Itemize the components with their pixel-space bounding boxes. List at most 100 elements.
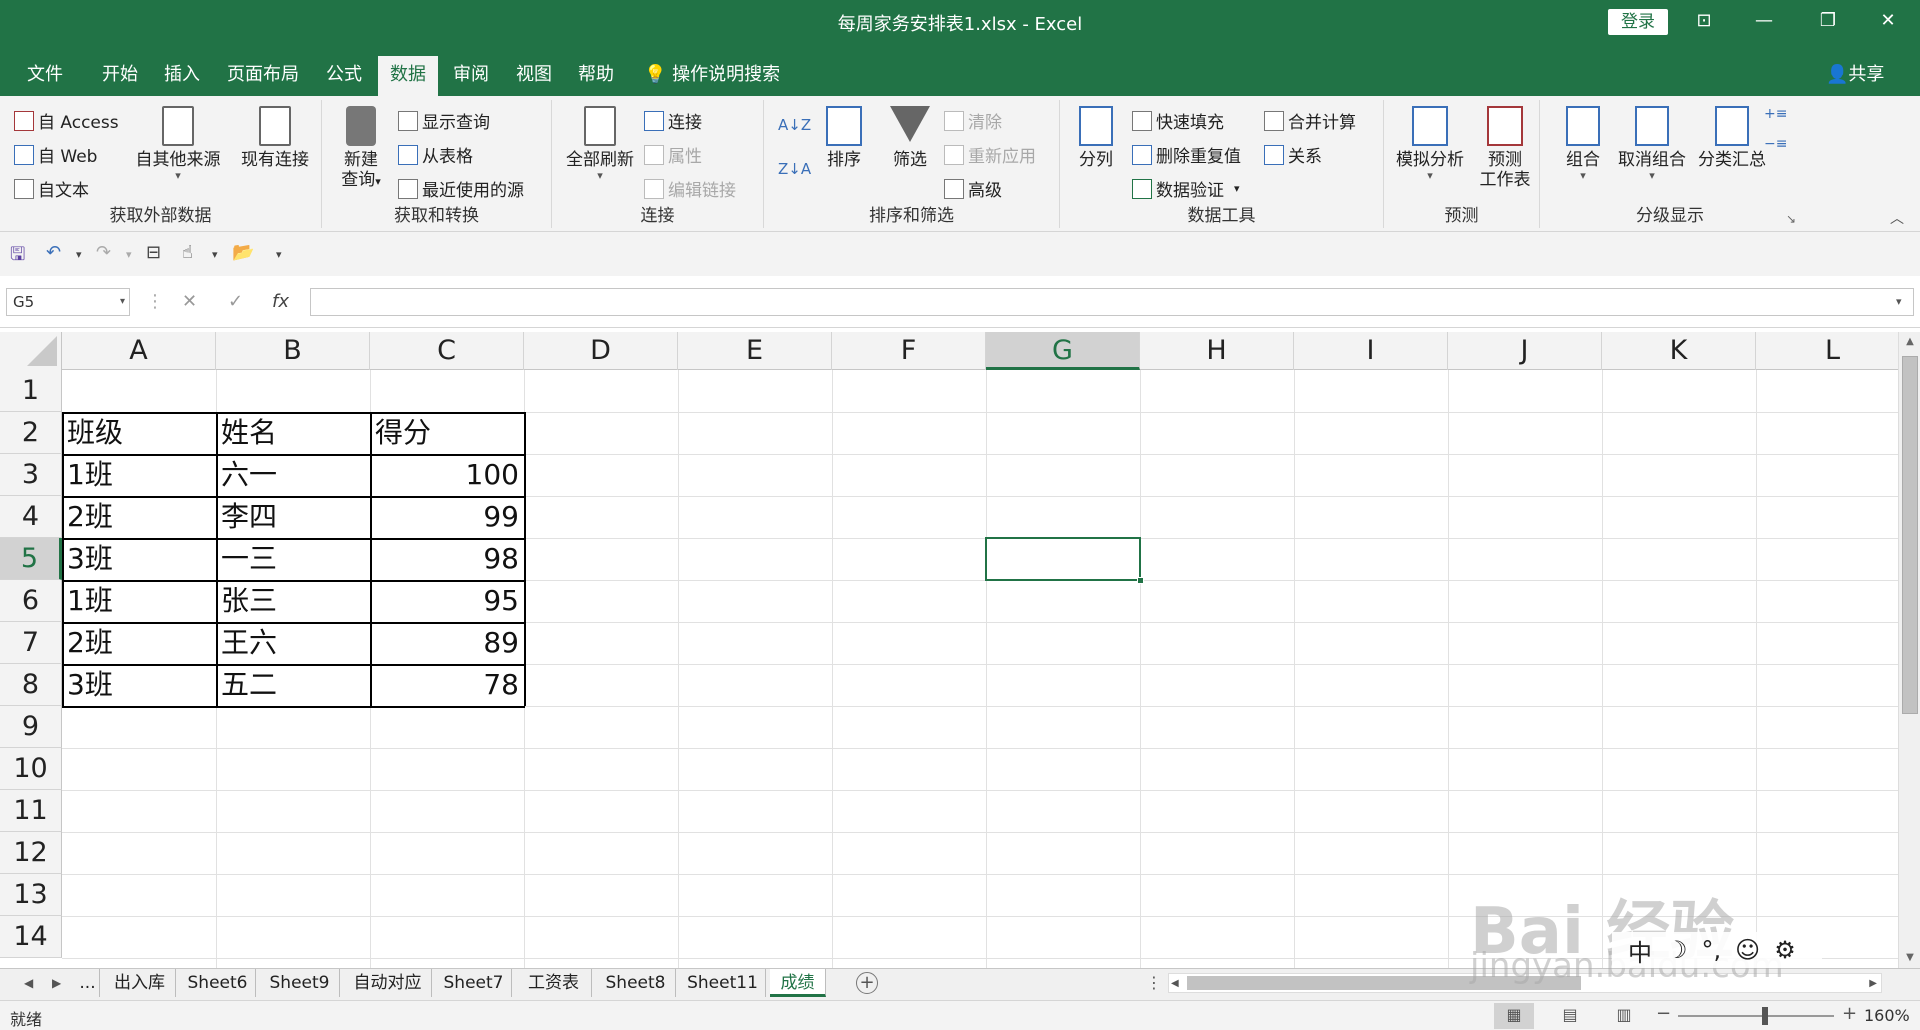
- from-text-button[interactable]: 自文本: [14, 176, 89, 201]
- table-data-cell[interactable]: 张三: [216, 580, 370, 622]
- punctuation-icon[interactable]: °,: [1702, 936, 1722, 964]
- table-data-cell[interactable]: 95: [370, 580, 524, 622]
- sort-z-to-a-icon[interactable]: Z↓A: [778, 160, 811, 178]
- row-header-4[interactable]: 4: [0, 496, 62, 538]
- moon-icon[interactable]: ☽: [1666, 936, 1688, 964]
- tab-insert[interactable]: 插入: [152, 56, 212, 96]
- column-header-i[interactable]: I: [1294, 332, 1448, 370]
- insert-function-icon[interactable]: fx: [272, 288, 289, 316]
- row-header-8[interactable]: 8: [0, 664, 62, 706]
- table-header-cell[interactable]: 姓名: [216, 412, 370, 454]
- connections-button[interactable]: 连接: [644, 108, 702, 133]
- table-data-cell[interactable]: 3班: [62, 538, 216, 580]
- tab-split-handle-icon[interactable]: ⋮: [1146, 969, 1162, 997]
- page-break-view-icon[interactable]: ▥: [1604, 1003, 1644, 1029]
- data-validation-button[interactable]: 数据验证 ▾: [1132, 176, 1240, 201]
- table-header-cell[interactable]: 班级: [62, 412, 216, 454]
- table-data-cell[interactable]: 2班: [62, 496, 216, 538]
- sheet-tab[interactable]: Sheet11: [680, 969, 766, 997]
- row-header-1[interactable]: 1: [0, 370, 62, 412]
- redo-dropdown-icon[interactable]: ▾: [126, 248, 132, 272]
- sheet-tab[interactable]: 成绩: [770, 969, 826, 997]
- horizontal-scrollbar[interactable]: ◀ ▶: [1168, 973, 1882, 993]
- row-header-3[interactable]: 3: [0, 454, 62, 496]
- restore-icon[interactable]: ❐: [1808, 6, 1848, 36]
- group-button[interactable]: 组合 ▾: [1558, 106, 1608, 182]
- touch-mode-icon[interactable]: ☝: [182, 242, 193, 266]
- table-data-cell[interactable]: 李四: [216, 496, 370, 538]
- expand-formula-icon[interactable]: ▾: [1896, 288, 1902, 316]
- advanced-filter-button[interactable]: 高级: [944, 176, 1002, 201]
- row-header-14[interactable]: 14: [0, 916, 62, 958]
- table-data-cell[interactable]: 1班: [62, 454, 216, 496]
- sheet-tab[interactable]: Sheet6: [180, 969, 256, 997]
- tab-data[interactable]: 数据: [378, 56, 438, 96]
- name-box[interactable]: G5 ▾: [6, 288, 130, 316]
- fill-handle[interactable]: [1137, 577, 1144, 584]
- zoom-out-icon[interactable]: −: [1656, 1003, 1671, 1024]
- recent-sources-button[interactable]: 最近使用的源: [398, 176, 524, 201]
- consolidate-button[interactable]: 合并计算: [1264, 108, 1356, 133]
- zoom-slider-knob[interactable]: [1762, 1007, 1769, 1025]
- save-icon[interactable]: 🖫: [10, 242, 25, 266]
- horizontal-scroll-thumb[interactable]: [1187, 976, 1581, 990]
- row-header-9[interactable]: 9: [0, 706, 62, 748]
- table-data-cell[interactable]: 五二: [216, 664, 370, 706]
- column-header-a[interactable]: A: [62, 332, 216, 370]
- sheet-tab[interactable]: 自动对应: [344, 969, 432, 997]
- column-header-h[interactable]: H: [1140, 332, 1294, 370]
- vertical-scrollbar[interactable]: ▲ ▼: [1898, 332, 1920, 968]
- new-query-button[interactable]: 新建 查询▾: [332, 106, 390, 192]
- minimize-icon[interactable]: —: [1744, 6, 1784, 36]
- dialog-launcher-icon[interactable]: ↘: [1786, 212, 1796, 226]
- freeze-panes-icon[interactable]: ⊟: [146, 242, 161, 266]
- column-header-f[interactable]: F: [832, 332, 986, 370]
- tab-view[interactable]: 视图: [504, 56, 564, 96]
- select-all-corner[interactable]: [0, 332, 62, 370]
- customize-qat-icon[interactable]: ▾: [276, 248, 282, 272]
- subtotal-button[interactable]: 分类汇总: [1692, 106, 1772, 170]
- clear-button[interactable]: 清除: [944, 108, 1002, 133]
- text-to-columns-button[interactable]: 分列: [1070, 106, 1122, 170]
- table-data-cell[interactable]: 1班: [62, 580, 216, 622]
- table-data-cell[interactable]: 89: [370, 622, 524, 664]
- forecast-sheet-button[interactable]: 预测 工作表: [1474, 106, 1536, 190]
- table-data-cell[interactable]: 78: [370, 664, 524, 706]
- tab-review[interactable]: 审阅: [440, 56, 502, 96]
- selected-cell[interactable]: [985, 537, 1144, 584]
- scroll-right-icon[interactable]: ▶: [1869, 970, 1877, 998]
- table-data-cell[interactable]: 3班: [62, 664, 216, 706]
- column-header-e[interactable]: E: [678, 332, 832, 370]
- add-sheet-icon[interactable]: +: [856, 972, 878, 994]
- zoom-level[interactable]: 160%: [1864, 1006, 1910, 1025]
- hide-detail-icon[interactable]: −≡: [1764, 136, 1787, 152]
- formula-input[interactable]: [310, 288, 1914, 316]
- scroll-left-icon[interactable]: ◀: [1171, 970, 1179, 998]
- close-icon[interactable]: ✕: [1868, 6, 1908, 36]
- row-header-12[interactable]: 12: [0, 832, 62, 874]
- share-button[interactable]: 👤共享: [1826, 56, 1884, 96]
- sheet-tab[interactable]: Sheet8: [596, 969, 676, 997]
- other-sources-button[interactable]: 自其他来源 ▾: [132, 106, 224, 182]
- sheet-tab[interactable]: Sheet7: [436, 969, 512, 997]
- page-layout-view-icon[interactable]: ▤: [1550, 1003, 1590, 1029]
- show-queries-button[interactable]: 显示查询: [398, 108, 490, 133]
- enter-icon[interactable]: ✓: [228, 288, 243, 316]
- table-data-cell[interactable]: 2班: [62, 622, 216, 664]
- sort-button[interactable]: 排序: [814, 106, 874, 170]
- row-header-13[interactable]: 13: [0, 874, 62, 916]
- column-header-j[interactable]: J: [1448, 332, 1602, 370]
- properties-button[interactable]: 属性: [644, 142, 702, 167]
- sheet-tab[interactable]: 工资表: [516, 969, 592, 997]
- column-header-c[interactable]: C: [370, 332, 524, 370]
- table-data-cell[interactable]: 99: [370, 496, 524, 538]
- scroll-down-icon[interactable]: ▼: [1899, 948, 1920, 968]
- remove-duplicates-button[interactable]: 删除重复值: [1132, 142, 1241, 167]
- column-header-d[interactable]: D: [524, 332, 678, 370]
- from-access-button[interactable]: 自 Access: [14, 108, 119, 133]
- table-data-cell[interactable]: 98: [370, 538, 524, 580]
- row-header-2[interactable]: 2: [0, 412, 62, 454]
- tab-home[interactable]: 开始: [90, 56, 150, 96]
- relationships-button[interactable]: 关系: [1264, 142, 1322, 167]
- row-header-7[interactable]: 7: [0, 622, 62, 664]
